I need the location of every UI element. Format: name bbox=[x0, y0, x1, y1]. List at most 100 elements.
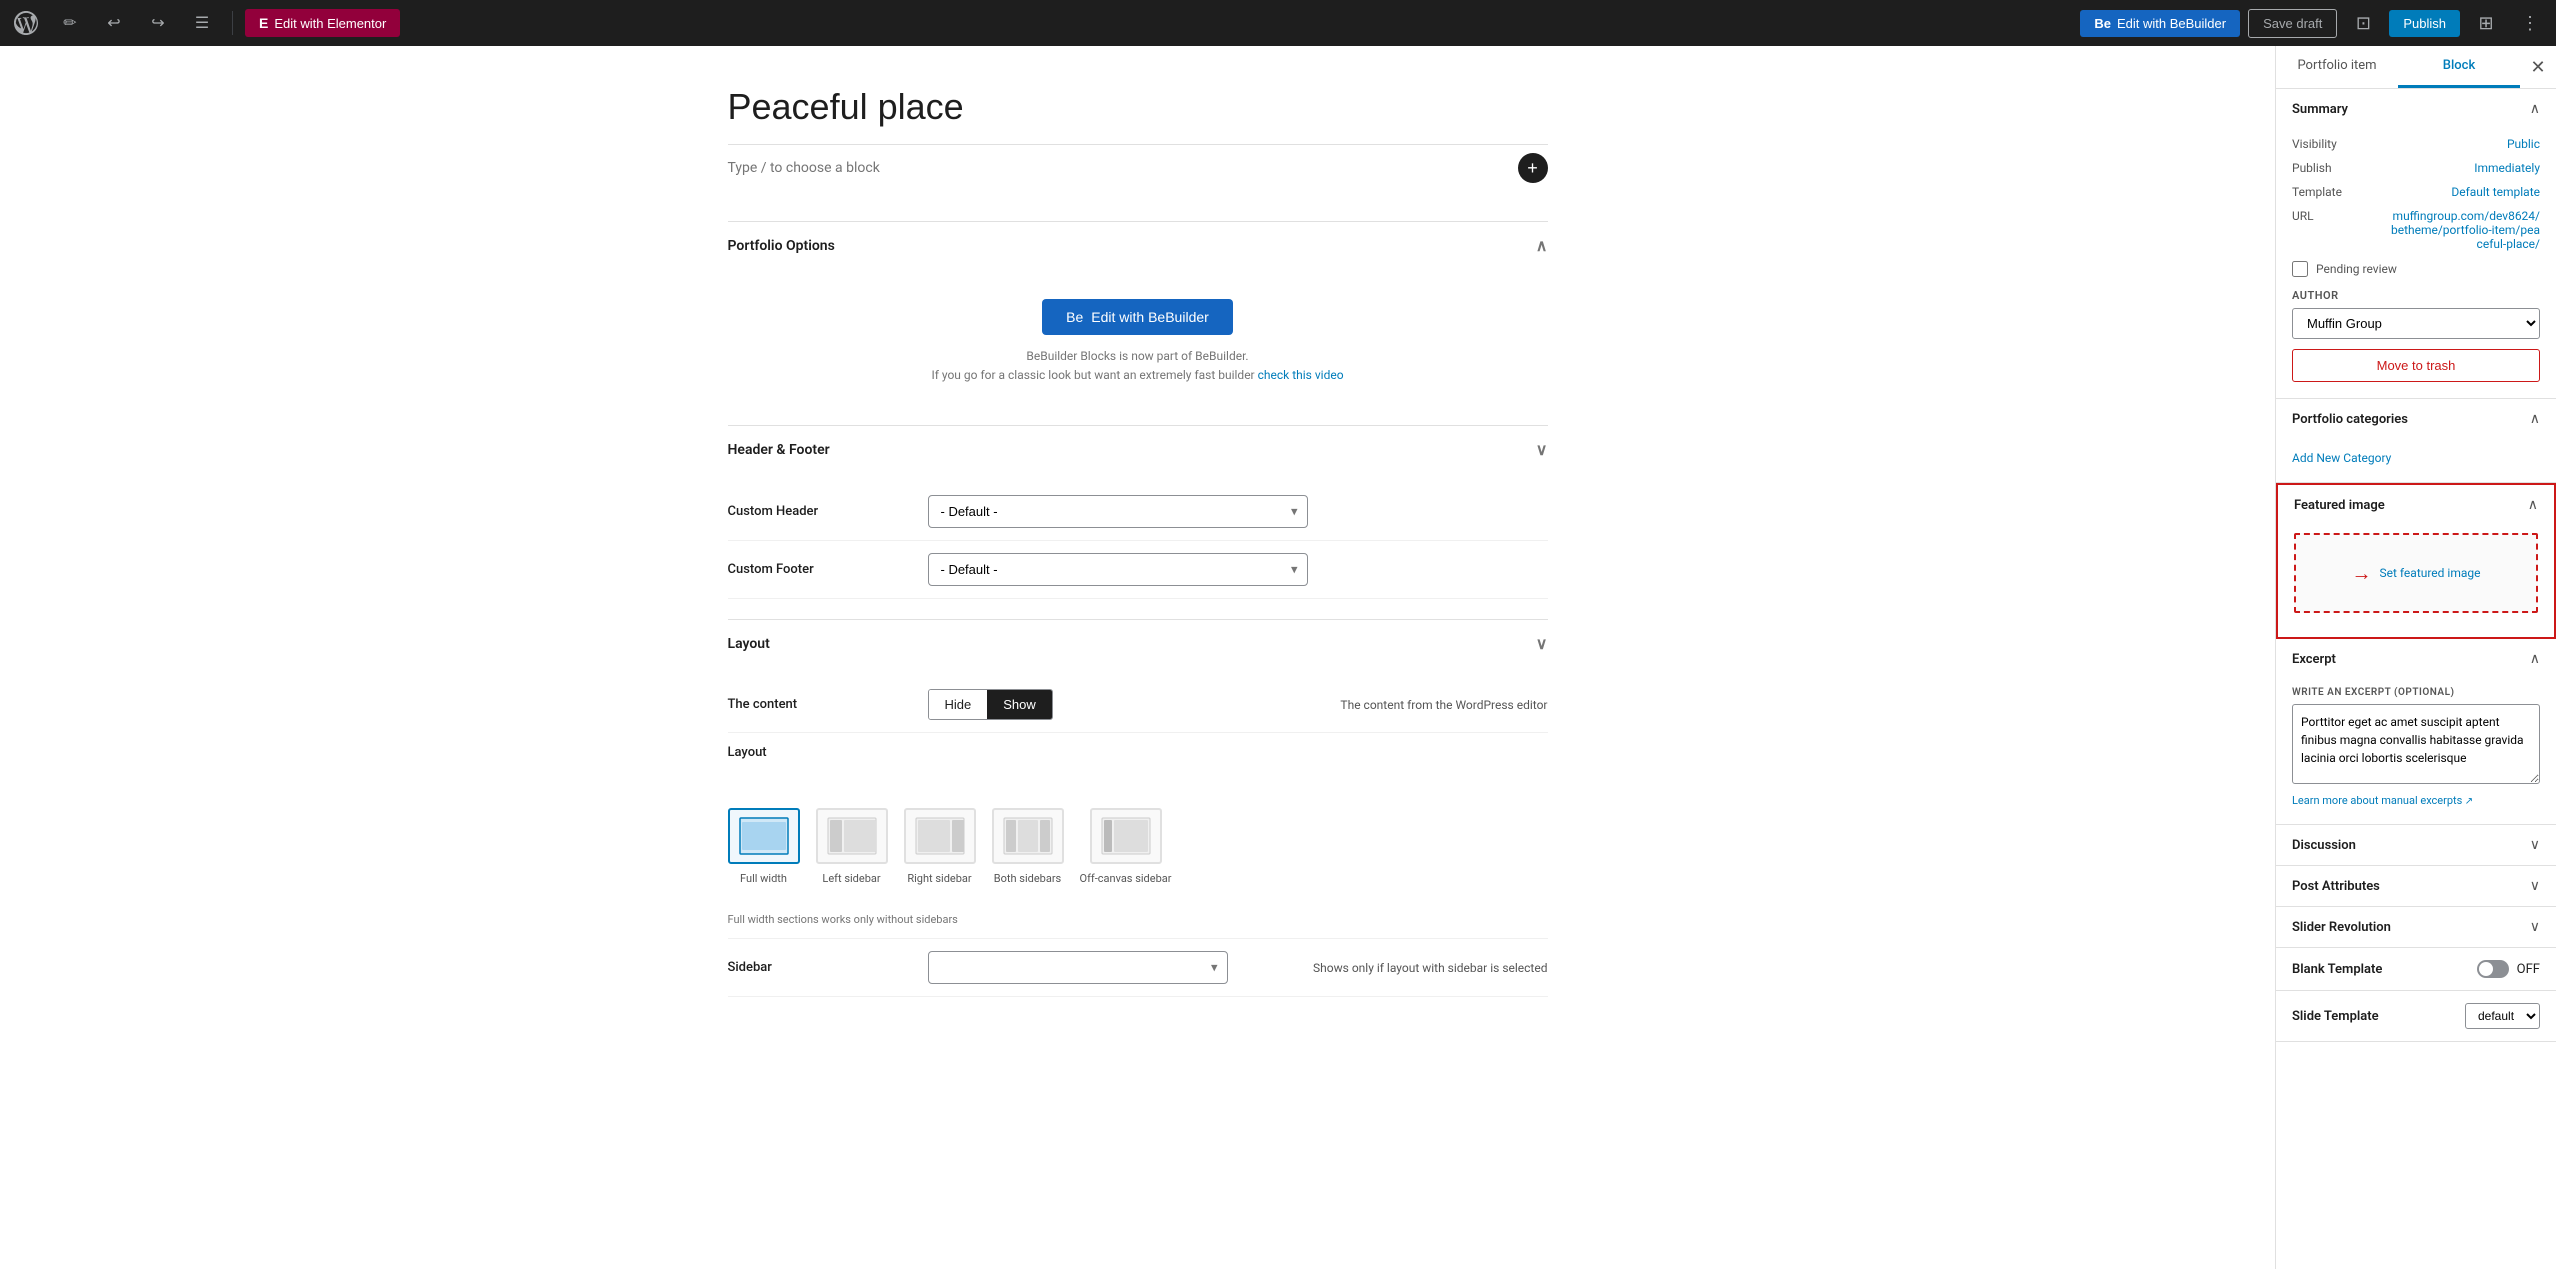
separator bbox=[232, 11, 233, 35]
custom-footer-select[interactable]: - Default - bbox=[928, 553, 1308, 586]
excerpt-title: Excerpt bbox=[2292, 652, 2336, 667]
post-attributes-title: Post Attributes bbox=[2292, 879, 2380, 894]
header-footer-section: Header & Footer ∨ Custom Header - Defaul… bbox=[728, 425, 1548, 619]
slide-template-title: Slide Template bbox=[2292, 1009, 2379, 1024]
panel-close-btn[interactable]: ✕ bbox=[2520, 46, 2556, 88]
sidebar-select[interactable] bbox=[928, 951, 1228, 984]
layout-right-sidebar[interactable]: Right sidebar bbox=[904, 808, 976, 885]
discussion-header[interactable]: Discussion bbox=[2276, 825, 2556, 865]
portfolio-categories-body: Add New Category bbox=[2276, 439, 2556, 482]
featured-image-header[interactable]: Featured image bbox=[2278, 485, 2554, 525]
layout-both-sidebars[interactable]: Both sidebars bbox=[992, 808, 1064, 885]
layout-off-canvas-icon bbox=[1090, 808, 1162, 864]
move-to-trash-btn[interactable]: Move to trash bbox=[2292, 349, 2540, 382]
featured-image-chevron bbox=[2528, 497, 2538, 513]
check-video-link[interactable]: check this video bbox=[1258, 368, 1344, 382]
set-featured-image-link[interactable]: Set featured image bbox=[2380, 566, 2481, 580]
slide-template-section: Slide Template default bbox=[2276, 991, 2556, 1042]
header-footer-body: Custom Header - Default - Custom Footer … bbox=[728, 473, 1548, 619]
excerpt-section: Excerpt WRITE AN EXCERPT (OPTIONAL) Port… bbox=[2276, 639, 2556, 825]
add-new-category-link[interactable]: Add New Category bbox=[2292, 451, 2391, 465]
slide-template-header: Slide Template default bbox=[2276, 991, 2556, 1041]
layout-off-canvas-label: Off-canvas sidebar bbox=[1080, 872, 1172, 885]
bebuilder-btn-top-label: Edit with BeBuilder bbox=[2117, 16, 2226, 31]
hide-btn[interactable]: Hide bbox=[929, 690, 988, 719]
pending-review-checkbox[interactable] bbox=[2292, 261, 2308, 277]
bebuilder-main-label: Edit with BeBuilder bbox=[1091, 309, 1209, 325]
portfolio-options-header[interactable]: Portfolio Options ∧ bbox=[728, 222, 1548, 269]
discussion-section: Discussion bbox=[2276, 825, 2556, 866]
post-attributes-header[interactable]: Post Attributes bbox=[2276, 866, 2556, 906]
template-label: Template bbox=[2292, 185, 2342, 199]
slider-revolution-title: Slider Revolution bbox=[2292, 920, 2391, 935]
layout-left-sidebar[interactable]: Left sidebar bbox=[816, 808, 888, 885]
layout-left-sidebar-label: Left sidebar bbox=[822, 872, 880, 885]
slider-revolution-header[interactable]: Slider Revolution bbox=[2276, 907, 2556, 947]
undo-btn[interactable]: ↩ bbox=[96, 5, 132, 41]
custom-footer-label: Custom Footer bbox=[728, 562, 908, 577]
sidebar-row: Sidebar Shows only if layout with sideba… bbox=[728, 939, 1548, 997]
blank-template-value: OFF bbox=[2517, 962, 2540, 977]
topbar: ✏ ↩ ↪ ☰ E Edit with Elementor Be Edit wi… bbox=[0, 0, 2556, 46]
custom-header-label: Custom Header bbox=[728, 504, 908, 519]
portfolio-categories-header[interactable]: Portfolio categories bbox=[2276, 399, 2556, 439]
summary-section-header[interactable]: Summary bbox=[2276, 89, 2556, 129]
tab-portfolio-item[interactable]: Portfolio item bbox=[2276, 46, 2398, 88]
show-btn[interactable]: Show bbox=[987, 690, 1052, 719]
bebuilder-main-btn[interactable]: Be Edit with BeBuilder bbox=[1042, 299, 1233, 335]
blank-template-pill[interactable] bbox=[2477, 960, 2509, 978]
edit-with-bebuilder-btn[interactable]: Be Edit with BeBuilder bbox=[2080, 10, 2240, 37]
visibility-value[interactable]: Public bbox=[2507, 137, 2540, 151]
layout-full-width[interactable]: Full width bbox=[728, 808, 800, 885]
template-value[interactable]: Default template bbox=[2451, 185, 2540, 199]
tools-icon[interactable]: ✏ bbox=[52, 5, 88, 41]
publish-row: Publish Immediately bbox=[2292, 161, 2540, 175]
elementor-btn-label: Edit with Elementor bbox=[274, 16, 386, 31]
add-block-btn[interactable]: + bbox=[1518, 153, 1548, 183]
layout-section-label: Layout bbox=[728, 636, 770, 652]
excerpt-header[interactable]: Excerpt bbox=[2276, 639, 2556, 679]
portfolio-options-chevron: ∧ bbox=[1536, 236, 1548, 255]
post-attributes-chevron bbox=[2530, 878, 2540, 894]
layout-right-sidebar-label: Right sidebar bbox=[907, 872, 971, 885]
slide-template-select[interactable]: default bbox=[2465, 1003, 2540, 1029]
layout-left-sidebar-icon bbox=[816, 808, 888, 864]
author-select[interactable]: Muffin Group bbox=[2292, 308, 2540, 339]
sidebar-note: Shows only if layout with sidebar is sel… bbox=[1248, 961, 1548, 975]
bebuilder-note: BeBuilder Blocks is now part of BeBuilde… bbox=[728, 347, 1548, 385]
right-panel: Portfolio item Block ✕ Summary Visibilit… bbox=[2275, 46, 2556, 1269]
preview-icon[interactable]: ⊡ bbox=[2345, 5, 2381, 41]
layout-section: Layout ∨ The content Hide Show The conte… bbox=[728, 619, 1548, 1017]
blank-template-toggle[interactable]: OFF bbox=[2477, 960, 2540, 978]
wordpress-logo[interactable] bbox=[8, 5, 44, 41]
blank-template-title: Blank Template bbox=[2292, 962, 2382, 977]
url-row: URL muffingroup.com/dev8624/betheme/port… bbox=[2292, 209, 2540, 251]
summary-body: Visibility Public Publish Immediately Te… bbox=[2276, 129, 2556, 398]
edit-with-elementor-btn[interactable]: E Edit with Elementor bbox=[245, 9, 400, 37]
layout-section-body: The content Hide Show The content from t… bbox=[728, 667, 1548, 1017]
tab-block[interactable]: Block bbox=[2398, 46, 2520, 88]
custom-header-select-wrap: - Default - bbox=[928, 495, 1308, 528]
layout-section-header[interactable]: Layout ∨ bbox=[728, 620, 1548, 667]
portfolio-categories-chevron bbox=[2530, 411, 2540, 427]
bebuilder-note-line1: BeBuilder Blocks is now part of BeBuilde… bbox=[1026, 349, 1248, 363]
layout-off-canvas[interactable]: Off-canvas sidebar bbox=[1080, 808, 1172, 885]
url-label: URL bbox=[2292, 209, 2314, 223]
url-value[interactable]: muffingroup.com/dev8624/betheme/portfoli… bbox=[2390, 209, 2540, 251]
bebuilder-note-line2: If you go for a classic look but want an… bbox=[931, 368, 1254, 382]
featured-image-title: Featured image bbox=[2294, 498, 2385, 513]
save-draft-btn[interactable]: Save draft bbox=[2248, 9, 2337, 38]
excerpt-textarea[interactable]: Porttitor eget ac amet suscipit aptent f… bbox=[2292, 704, 2540, 784]
custom-header-select[interactable]: - Default - bbox=[928, 495, 1308, 528]
list-view-btn[interactable]: ☰ bbox=[184, 5, 220, 41]
header-footer-header[interactable]: Header & Footer ∨ bbox=[728, 426, 1548, 473]
publish-btn[interactable]: Publish bbox=[2389, 10, 2460, 37]
post-title-input[interactable] bbox=[728, 86, 1548, 128]
options-icon[interactable]: ⋮ bbox=[2512, 5, 2548, 41]
featured-image-area[interactable]: → Set featured image bbox=[2294, 533, 2538, 613]
settings-icon[interactable]: ⊞ bbox=[2468, 5, 2504, 41]
redo-btn[interactable]: ↪ bbox=[140, 5, 176, 41]
publish-value[interactable]: Immediately bbox=[2474, 161, 2540, 175]
excerpt-body: WRITE AN EXCERPT (OPTIONAL) Porttitor eg… bbox=[2276, 679, 2556, 824]
learn-more-excerpts-link[interactable]: Learn more about manual excerpts bbox=[2292, 794, 2473, 807]
